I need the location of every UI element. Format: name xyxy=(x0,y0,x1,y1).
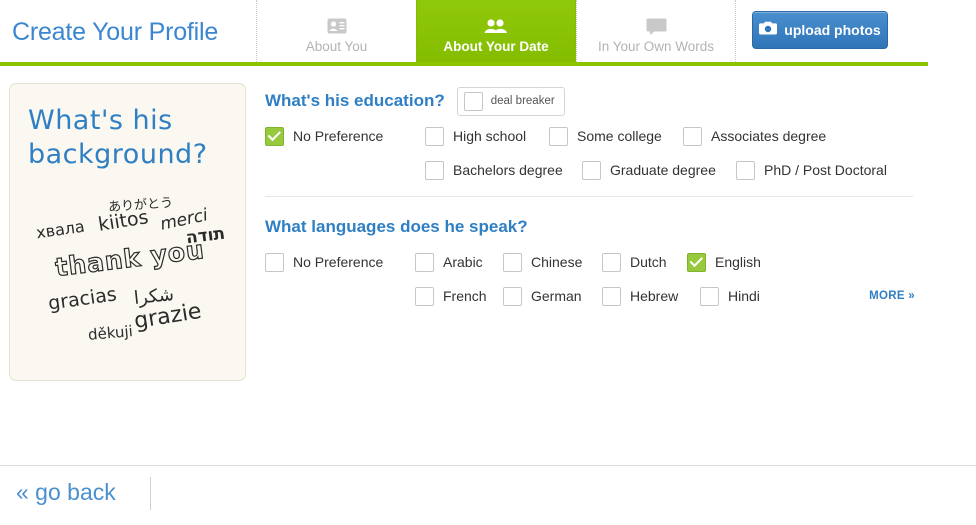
education-option-some-college[interactable]: Some college xyxy=(549,126,683,146)
education-title: What's his education? xyxy=(265,91,445,110)
education-option-phd-post-doctoral[interactable]: PhD / Post Doctoral xyxy=(736,160,887,180)
header-green-divider xyxy=(0,62,928,66)
upload-photos-button[interactable]: upload photos xyxy=(752,11,888,49)
education-option-associates-degree[interactable]: Associates degree xyxy=(683,126,827,146)
checkbox[interactable] xyxy=(503,286,522,306)
checkbox[interactable] xyxy=(425,126,444,146)
option-label: French xyxy=(443,288,487,304)
language-option-english[interactable]: English xyxy=(687,252,761,272)
tab-label: About Your Date xyxy=(443,39,549,54)
checkbox[interactable] xyxy=(265,252,284,272)
education-option-high-school[interactable]: High school xyxy=(425,126,549,146)
option-label: High school xyxy=(453,128,527,144)
language-option-hindi[interactable]: Hindi xyxy=(700,286,760,306)
education-section: What's his education? deal breaker No Pr… xyxy=(265,83,915,187)
checkbox[interactable] xyxy=(415,286,434,306)
word-kiitos: kiitos xyxy=(96,206,150,236)
word-hvala: хвала xyxy=(34,216,86,243)
language-option-no-preference[interactable]: No Preference xyxy=(265,252,415,272)
wizard-tabs: About You About Your Date In Your Own Wo… xyxy=(256,0,736,62)
wizard-footer: « go back keep going » xyxy=(0,466,976,525)
option-label: Dutch xyxy=(630,254,667,270)
option-label: Hebrew xyxy=(630,288,679,304)
checkbox[interactable] xyxy=(503,252,522,272)
languages-more-link[interactable]: MORE » xyxy=(869,290,915,302)
checkbox[interactable] xyxy=(582,160,601,180)
education-option-bachelors-degree[interactable]: Bachelors degree xyxy=(425,160,582,180)
option-label: Arabic xyxy=(443,254,483,270)
profile-wizard-page: Create Your Profile About You About Your… xyxy=(0,0,976,525)
option-label: Bachelors degree xyxy=(453,162,563,178)
word-thank-you: thank you xyxy=(53,234,207,283)
go-back-button[interactable]: « go back xyxy=(16,479,116,506)
word-gracias: gracias xyxy=(46,283,118,315)
checkbox[interactable] xyxy=(700,286,719,306)
option-label: Chinese xyxy=(531,254,583,270)
languages-section: What languages does he speak? No Prefere… xyxy=(265,209,915,313)
checkbox[interactable] xyxy=(687,252,706,272)
thank-you-words-collage: ありがとう merci хвала kiitos תודה thank you … xyxy=(10,194,247,374)
tab-about-you[interactable]: About You xyxy=(256,0,416,62)
checkbox[interactable] xyxy=(602,252,621,272)
option-label: German xyxy=(531,288,582,304)
profile-form: What's his education? deal breaker No Pr… xyxy=(265,83,915,313)
language-option-german[interactable]: German xyxy=(503,286,602,306)
option-label: Associates degree xyxy=(711,128,827,144)
tab-label: In Your Own Words xyxy=(597,39,715,54)
languages-options-row-2: French German Hebrew Hindi MORE » xyxy=(265,279,915,313)
language-option-chinese[interactable]: Chinese xyxy=(503,252,602,272)
language-option-dutch[interactable]: Dutch xyxy=(602,252,687,272)
option-label: No Preference xyxy=(293,254,384,270)
education-deal-breaker-toggle[interactable]: deal breaker xyxy=(456,86,565,116)
tab-in-your-own-words[interactable]: In Your Own Words xyxy=(576,0,736,62)
option-label: Graduate degree xyxy=(610,162,716,178)
section-divider xyxy=(265,196,913,197)
checkbox[interactable] xyxy=(415,252,434,272)
language-option-french[interactable]: French xyxy=(415,286,503,306)
education-options-row-2: Bachelors degree Graduate degree PhD / P… xyxy=(265,153,915,187)
option-label: Hindi xyxy=(728,288,760,304)
contact-card-icon xyxy=(327,15,347,37)
page-header: Create Your Profile About You About Your… xyxy=(0,0,976,62)
languages-title: What languages does he speak? xyxy=(265,217,528,236)
option-label: No Preference xyxy=(293,128,384,144)
languages-section-header: What languages does he speak? xyxy=(265,209,915,245)
page-title: Create Your Profile xyxy=(12,18,219,46)
tab-label: About You xyxy=(305,39,368,54)
deal-breaker-checkbox[interactable] xyxy=(463,91,483,111)
people-icon xyxy=(484,15,508,37)
speech-bubble-icon xyxy=(646,15,667,37)
option-label: Some college xyxy=(577,128,662,144)
checkbox[interactable] xyxy=(602,286,621,306)
checkbox[interactable] xyxy=(736,160,755,180)
languages-options-row-1: No Preference Arabic Chinese Dutch Engli… xyxy=(265,245,915,279)
checkbox[interactable] xyxy=(549,126,568,146)
upload-photos-label: upload photos xyxy=(784,22,881,38)
footer-separator xyxy=(150,477,151,510)
language-option-arabic[interactable]: Arabic xyxy=(415,252,503,272)
checkbox[interactable] xyxy=(265,126,284,146)
education-section-header: What's his education? deal breaker xyxy=(265,83,915,119)
camera-icon xyxy=(759,21,778,40)
language-option-hebrew[interactable]: Hebrew xyxy=(602,286,700,306)
illustration-title: What's his background? xyxy=(28,105,208,170)
illustration-panel: What's his background? ありがとう merci хвала… xyxy=(9,83,246,381)
tab-about-your-date[interactable]: About Your Date xyxy=(416,0,576,62)
education-options-row-1: No Preference High school Some college A… xyxy=(265,119,915,153)
option-label: English xyxy=(715,254,761,270)
deal-breaker-label: deal breaker xyxy=(490,95,555,107)
checkbox[interactable] xyxy=(683,126,702,146)
option-label: PhD / Post Doctoral xyxy=(764,162,887,178)
word-dekuji: děkuji xyxy=(87,322,134,344)
education-option-graduate-degree[interactable]: Graduate degree xyxy=(582,160,736,180)
education-option-no-preference[interactable]: No Preference xyxy=(265,126,425,146)
checkbox[interactable] xyxy=(425,160,444,180)
